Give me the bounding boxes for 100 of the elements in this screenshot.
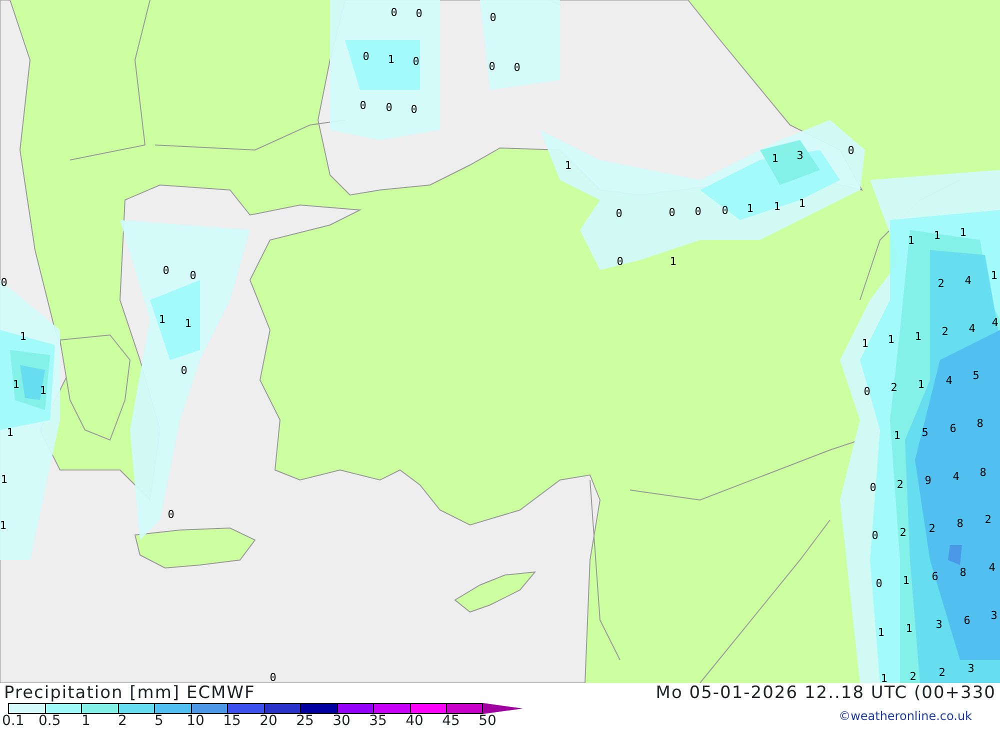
legend-label: 1 [80,714,92,729]
precipitation-value: 0 [668,206,676,219]
precipitation-value: 1 [908,234,914,247]
precipitation-value: 0 [488,60,496,73]
precipitation-value: 6 [950,422,956,435]
precipitation-value: 0 [848,144,854,157]
precipitation-value: 9 [924,474,932,487]
legend-title: Precipitation [mm] ECMWF [4,683,256,703]
legend-label: 2 [117,714,128,729]
precipitation-value: 1 [880,672,888,683]
precipitation-value: 0 [872,529,878,542]
precipitation-value: 2 [942,325,948,338]
precipitation-value: 1 [918,378,924,391]
precipitation-value: 4 [946,374,952,387]
scale-arrow-icon [482,703,522,714]
precipitation-value: 0 [390,6,398,19]
precipitation-value: 5 [972,369,980,382]
precipitation-value: 1 [772,152,778,165]
precipitation-value: 2 [984,513,992,526]
precipitation-value: 1 [40,384,46,397]
legend-label: 40 [404,714,424,729]
precipitation-value: 4 [968,322,976,335]
precipitation-value: 1 [158,313,166,326]
legend-label: 20 [258,714,278,729]
precipitation-value: 8 [976,417,984,430]
precipitation-value: 6 [932,570,938,583]
precipitation-value: 0 [190,269,196,282]
precipitation-value: 2 [900,526,906,539]
precipitation-value: 1 [862,337,868,350]
precipitation-value: 0 [168,508,174,521]
precipitation-value: 0 [410,103,418,116]
precipitation-value: 1 [20,330,26,343]
precipitation-value: 2 [938,666,946,679]
precipitation-value: 0 [616,207,622,220]
precipitation-value: 1 [6,426,14,439]
precipitation-value: 1 [902,574,910,587]
precipitation-value: 2 [896,478,904,491]
precipitation-value: 1 [0,473,8,486]
precipitation-value: 1 [990,269,998,282]
forecast-date: Mo 05-01-2026 12..18 UTC (00+330 [656,683,996,703]
precipitation-value: 0 [694,205,702,218]
precipitation-value: 0 [416,7,422,20]
precipitation-value: 0 [412,55,420,68]
precipitation-value: 8 [956,517,964,530]
precipitation-value: 5 [922,426,928,439]
precipitation-value: 3 [936,618,942,631]
precipitation-value: 1 [878,626,884,639]
legend-label: 50 [478,714,498,729]
precipitation-value: 4 [988,561,996,574]
precipitation-value: 6 [964,614,970,627]
legend-label: 15 [222,714,242,729]
precipitation-value: 1 [906,622,912,635]
precipitation-value: 8 [960,566,966,579]
precipitation-value: 0 [362,50,370,63]
precipitation-value: 0 [162,264,170,277]
precipitation-value: 3 [796,149,804,162]
legend-label: 30 [332,714,352,729]
precipitation-value: 3 [968,662,974,675]
precipitation-value: 1 [894,429,900,442]
precipitation-value: 0 [0,276,8,289]
legend-label: 45 [441,714,461,729]
precipitation-value: 3 [990,609,998,622]
precipitation-value: 1 [888,333,894,346]
precipitation-value: 8 [980,466,986,479]
precipitation-value: 1 [960,226,966,239]
precipitation-value: 0 [514,61,520,74]
precipitation-value: 0 [870,481,876,494]
precipitation-value: 0 [180,364,188,377]
precipitation-value: 0 [490,11,496,24]
precipitation-value: 1 [184,317,192,330]
precipitation-value: 1 [564,159,572,172]
precipitation-value: 0 [616,255,624,268]
precipitation-value: 2 [928,522,936,535]
precipitation-value: 2 [890,381,898,394]
precipitation-value: 4 [952,470,960,483]
legend-label: 25 [295,714,315,729]
precipitation-value: 4 [992,316,998,329]
precipitation-value: 1 [914,330,922,343]
precipitation-value: 0 [876,577,882,590]
precipitation-value: 2 [938,277,944,290]
legend-label: 0.5 [38,714,60,729]
copyright-text: ©weatheronline.co.uk [838,708,972,725]
legend-label: 35 [368,714,388,729]
precipitation-value: 0 [270,671,276,683]
precipitation-value: 1 [774,200,780,213]
precipitation-value: 4 [964,274,972,287]
precipitation-value: 0 [386,101,392,114]
precipitation-value: 1 [746,202,754,215]
precipitation-value: 1 [670,255,676,268]
precipitation-value: 2 [910,670,916,683]
precipitation-value: 1 [0,519,6,532]
precipitation-value: 1 [798,197,806,210]
legend-label: 10 [186,714,206,729]
precipitation-value: 0 [722,204,728,217]
precipitation-value: 1 [388,53,394,66]
precipitation-value: 1 [12,378,20,391]
legend-label: 5 [154,714,164,729]
precipitation-value: 0 [864,385,870,398]
precipitation-value: 1 [934,229,940,242]
precipitation-value: 0 [360,99,366,112]
